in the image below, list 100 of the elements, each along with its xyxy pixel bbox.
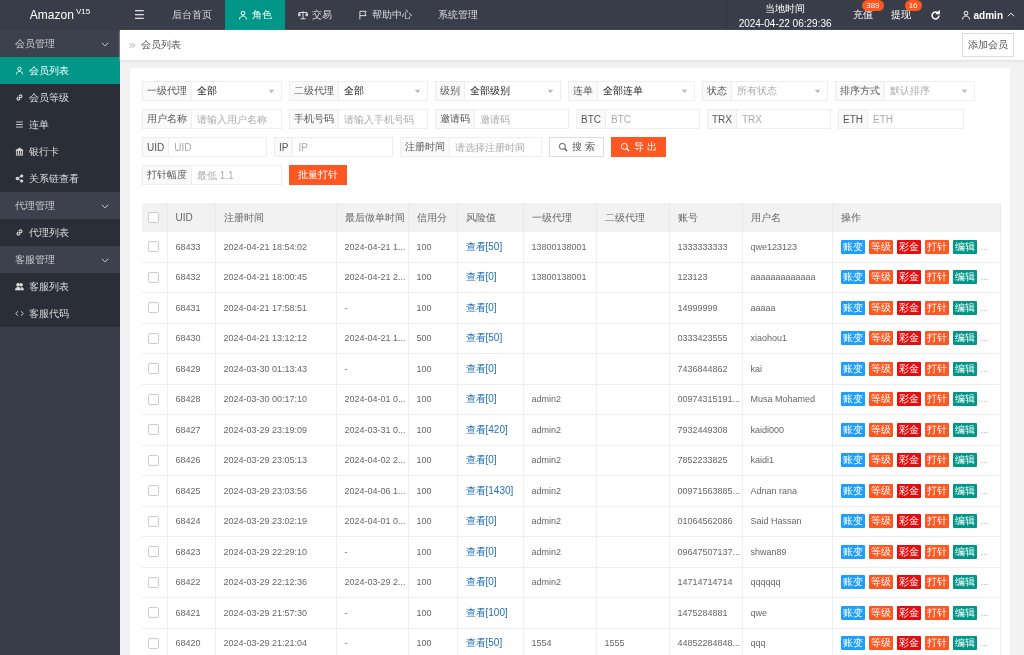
action-button[interactable]: 等级	[868, 544, 893, 559]
risk-link[interactable]: 查看[0]	[465, 301, 497, 313]
action-button[interactable]: 账变	[840, 392, 865, 407]
risk-link[interactable]: 查看[1430]	[465, 484, 514, 496]
row-checkbox[interactable]	[148, 241, 159, 253]
sidebar-item[interactable]: 客服列表	[0, 273, 120, 300]
action-button[interactable]: 彩金	[896, 422, 921, 437]
more-link[interactable]: ...	[980, 394, 988, 405]
row-checkbox[interactable]	[148, 576, 159, 588]
row-checkbox[interactable]	[148, 424, 159, 436]
action-button[interactable]: 彩金	[896, 514, 921, 529]
action-button[interactable]: 彩金	[896, 361, 921, 376]
action-button[interactable]: 彩金	[896, 575, 921, 590]
more-link[interactable]: ...	[980, 485, 988, 496]
action-button[interactable]: 彩金	[896, 483, 921, 498]
user-menu[interactable]: admin	[950, 0, 1024, 30]
row-checkbox[interactable]	[148, 302, 159, 314]
action-button[interactable]: 账变	[840, 605, 865, 620]
menu-icon[interactable]: ☰	[134, 8, 145, 22]
input-field[interactable]: UID	[169, 137, 267, 157]
batch-button[interactable]: 批量打针	[289, 165, 347, 185]
action-button[interactable]: 账变	[840, 575, 865, 590]
action-button[interactable]: 打针	[924, 422, 949, 437]
more-link[interactable]: ...	[980, 302, 988, 313]
action-button[interactable]: 打针	[924, 361, 949, 376]
risk-link[interactable]: 查看[50]	[465, 240, 503, 252]
sidebar-group[interactable]: 代理管理	[0, 192, 120, 219]
action-button[interactable]: 彩金	[896, 239, 921, 254]
row-checkbox[interactable]	[148, 332, 159, 344]
action-button[interactable]: 等级	[868, 483, 893, 498]
action-button[interactable]: 打针	[924, 636, 949, 651]
more-link[interactable]: ...	[980, 241, 988, 252]
row-checkbox[interactable]	[148, 515, 159, 527]
select-field[interactable]: 默认排序	[885, 81, 975, 101]
action-button[interactable]: 等级	[868, 422, 893, 437]
input-field[interactable]: IP	[293, 137, 393, 157]
search-button[interactable]: 搜 索	[549, 137, 604, 157]
action-button[interactable]: 等级	[868, 239, 893, 254]
action-button[interactable]: 彩金	[896, 392, 921, 407]
refresh-icon[interactable]	[929, 9, 941, 21]
action-button[interactable]: 等级	[868, 453, 893, 468]
sidebar-group[interactable]: 客服管理	[0, 246, 120, 273]
row-checkbox[interactable]	[148, 485, 159, 497]
input-field[interactable]: 请输入手机号码	[339, 109, 428, 129]
row-checkbox[interactable]	[148, 363, 159, 375]
action-button[interactable]: 编辑	[952, 300, 977, 315]
action-button[interactable]: 彩金	[896, 300, 921, 315]
input-field[interactable]: ETH	[868, 109, 964, 129]
sidebar-item[interactable]: 会员等级	[0, 84, 120, 111]
action-button[interactable]: 编辑	[952, 361, 977, 376]
risk-link[interactable]: 查看[0]	[465, 454, 497, 466]
risk-link[interactable]: 查看[420]	[465, 423, 508, 435]
risk-link[interactable]: 查看[50]	[465, 332, 503, 344]
sidebar-item[interactable]: 客服代码	[0, 300, 120, 327]
input-field[interactable]: TRX	[737, 109, 831, 129]
more-link[interactable]: ...	[980, 333, 988, 344]
action-button[interactable]: 等级	[868, 300, 893, 315]
action-button[interactable]: 账变	[840, 636, 865, 651]
risk-link[interactable]: 查看[100]	[465, 606, 508, 618]
action-button[interactable]: 彩金	[896, 331, 921, 346]
risk-link[interactable]: 查看[0]	[465, 393, 497, 405]
action-button[interactable]: 彩金	[896, 270, 921, 285]
action-button[interactable]: 等级	[868, 636, 893, 651]
more-link[interactable]: ...	[980, 638, 988, 649]
input-field[interactable]: BTC	[606, 109, 700, 129]
risk-link[interactable]: 查看[0]	[465, 515, 497, 527]
select-all-checkbox[interactable]	[148, 212, 159, 223]
action-button[interactable]: 编辑	[952, 636, 977, 651]
input-field[interactable]: 邀请码	[475, 109, 569, 129]
input-field[interactable]: 最低 1.1	[192, 165, 282, 185]
select-field[interactable]: 全部	[339, 81, 428, 101]
action-button[interactable]: 编辑	[952, 453, 977, 468]
nav-tab[interactable]: 角色	[224, 0, 285, 30]
action-button[interactable]: 打针	[924, 331, 949, 346]
action-button[interactable]: 等级	[868, 270, 893, 285]
sidebar-item[interactable]: 代理列表	[0, 219, 120, 246]
select-field[interactable]: 全部级别	[465, 81, 561, 101]
action-button[interactable]: 编辑	[952, 422, 977, 437]
action-button[interactable]: 等级	[868, 575, 893, 590]
action-button[interactable]: 打针	[924, 575, 949, 590]
action-button[interactable]: 彩金	[896, 605, 921, 620]
action-button[interactable]: 账变	[840, 331, 865, 346]
select-field[interactable]: 全部	[192, 81, 282, 101]
action-button[interactable]: 账变	[840, 300, 865, 315]
input-field[interactable]: 请输入用户名称	[192, 109, 282, 129]
select-field[interactable]: 全部连单	[598, 81, 695, 101]
action-button[interactable]: 打针	[924, 483, 949, 498]
action-button[interactable]: 编辑	[952, 544, 977, 559]
select-field[interactable]: 所有状态	[732, 81, 828, 101]
action-button[interactable]: 账变	[840, 544, 865, 559]
export-button[interactable]: 导 出	[610, 137, 666, 157]
sidebar-item[interactable]: 银行卡	[0, 138, 120, 165]
action-button[interactable]: 打针	[924, 300, 949, 315]
action-button[interactable]: 打针	[924, 605, 949, 620]
more-link[interactable]: ...	[980, 607, 988, 618]
action-button[interactable]: 等级	[868, 331, 893, 346]
action-button[interactable]: 等级	[868, 514, 893, 529]
sidebar-group[interactable]: 会员管理	[0, 30, 120, 57]
row-checkbox[interactable]	[148, 637, 159, 649]
action-button[interactable]: 打针	[924, 514, 949, 529]
